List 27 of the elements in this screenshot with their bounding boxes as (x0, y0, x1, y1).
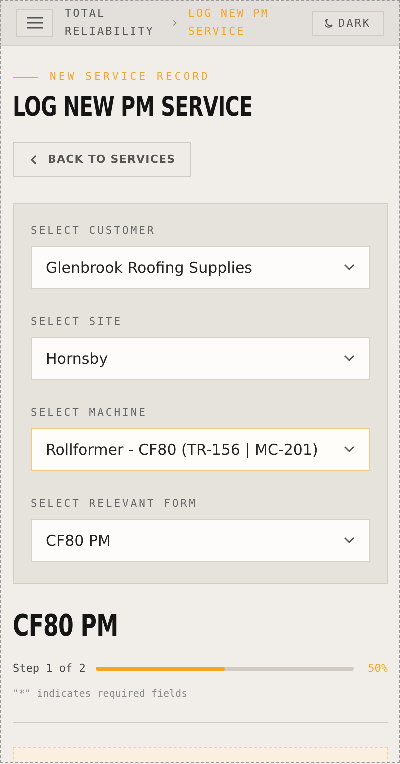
select-field[interactable]: CF80 PM (31, 519, 370, 562)
brand-link[interactable]: TOTAL RELIABILITY (65, 5, 163, 41)
field-label: SELECT MACHINE (31, 407, 149, 419)
back-button[interactable]: BACK TO SERVICES (13, 142, 191, 177)
field-label: SELECT RELEVANT FORM (31, 498, 198, 510)
breadcrumb-current: LOG NEW PM SERVICE (188, 6, 271, 40)
field-label: SELECT CUSTOMER (31, 225, 157, 237)
form-title: CF80 PM (13, 609, 118, 645)
breadcrumb-separator: › (171, 16, 180, 30)
moon-icon (324, 18, 332, 28)
section-eyebrow: NEW SERVICE RECORD (50, 71, 211, 83)
chevron-down-icon (344, 446, 355, 453)
theme-toggle-button[interactable]: DARK (312, 10, 384, 36)
select-field[interactable]: Hornsby (31, 337, 370, 380)
chevron-down-icon (344, 264, 355, 271)
menu-button[interactable] (16, 9, 53, 37)
chevron-left-icon (31, 154, 37, 164)
chevron-down-icon (344, 355, 355, 362)
step-indicator: Step 1 of 2 (13, 662, 86, 675)
select-field[interactable]: Glenbrook Roofing Supplies (31, 246, 370, 289)
menu-icon (26, 17, 42, 29)
chevron-down-icon (344, 537, 355, 544)
required-note: "*" indicates required fields (13, 689, 189, 700)
page-title: LOG NEW PM SERVICE (13, 91, 253, 125)
progress-percent: 50% (367, 662, 388, 675)
select-field[interactable]: Rollformer - CF80 (TR-156 | MC-201) (31, 428, 370, 471)
field-label: SELECT SITE (31, 316, 124, 328)
